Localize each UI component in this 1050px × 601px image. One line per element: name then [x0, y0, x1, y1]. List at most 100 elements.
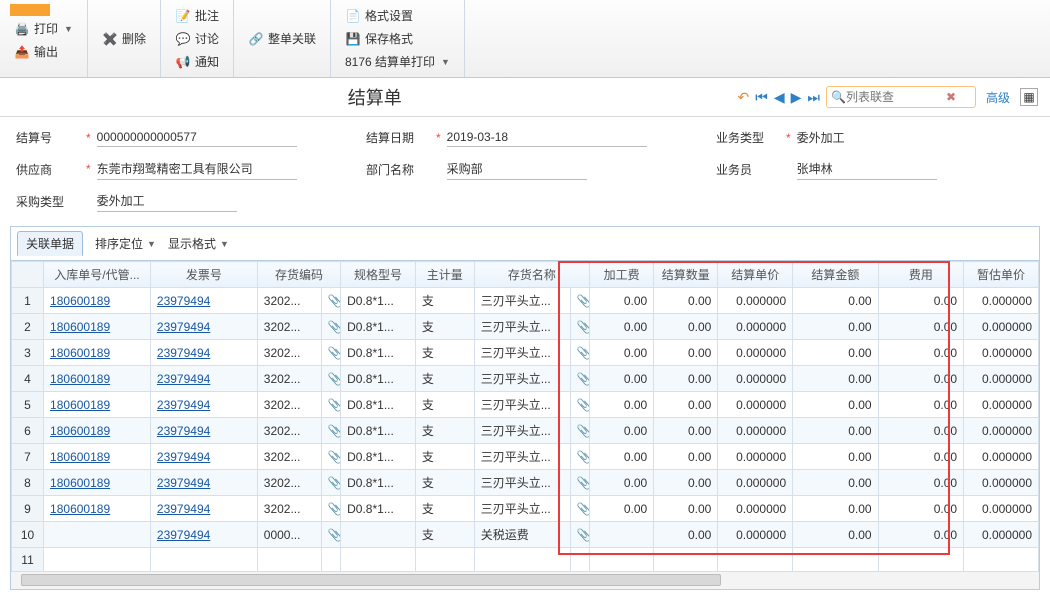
cell-unit[interactable]: 支 [415, 522, 474, 548]
col-qty[interactable]: 结算数量 [654, 262, 718, 288]
cell-invoice[interactable]: 23979494 [150, 392, 257, 418]
cell-amount[interactable]: 0.00 [793, 340, 878, 366]
table-row[interactable]: 1180600189239794943202...📎D0.8*1...支三刃平头… [12, 288, 1039, 314]
attachment-icon[interactable]: 📎 [570, 314, 589, 340]
cell-est-price[interactable]: 0.000000 [964, 340, 1039, 366]
cell-cost[interactable]: 0.00 [878, 444, 963, 470]
cell-unit-price[interactable]: 0.000000 [718, 444, 793, 470]
cell-cost[interactable]: 0.00 [878, 314, 963, 340]
cell-proc-fee[interactable]: 0.00 [590, 470, 654, 496]
print-button[interactable]: 🖨️ 打印 ▼ [10, 18, 77, 39]
cell-proc-fee[interactable]: 0.00 [590, 418, 654, 444]
col-unit-price[interactable]: 结算单价 [718, 262, 793, 288]
print-bill-button[interactable]: 8176 结算单打印 ▼ [341, 51, 454, 72]
attachment-icon[interactable]: 📎 [570, 288, 589, 314]
cell-invoice[interactable]: 23979494 [150, 366, 257, 392]
table-row[interactable]: 4180600189239794943202...📎D0.8*1...支三刃平头… [12, 366, 1039, 392]
cell-est-price[interactable]: 0.000000 [964, 314, 1039, 340]
cell-cost[interactable]: 0.00 [878, 496, 963, 522]
attachment-icon[interactable]: 📎 [321, 366, 340, 392]
cell-spec[interactable]: D0.8*1... [341, 470, 416, 496]
cell-unit-price[interactable]: 0.000000 [718, 314, 793, 340]
cell-amount[interactable]: 0.00 [793, 392, 878, 418]
cell-proc-fee[interactable]: 0.00 [590, 444, 654, 470]
cell-spec[interactable]: D0.8*1... [341, 496, 416, 522]
cell-proc-fee[interactable]: 0.00 [590, 392, 654, 418]
cell-cost[interactable]: 0.00 [878, 470, 963, 496]
sort-button[interactable]: 排序定位▼ [95, 235, 156, 252]
cell-inbound[interactable]: 180600189 [44, 340, 151, 366]
cell-stock-code[interactable]: 3202... [257, 470, 321, 496]
attachment-icon[interactable]: 📎 [570, 470, 589, 496]
cell-amount[interactable]: 0.00 [793, 470, 878, 496]
cell-spec[interactable] [341, 522, 416, 548]
table-row[interactable]: 7180600189239794943202...📎D0.8*1...支三刃平头… [12, 444, 1039, 470]
attachment-icon[interactable]: 📎 [570, 340, 589, 366]
display-format-button[interactable]: 显示格式▼ [168, 235, 229, 252]
table-row[interactable]: 10239794940000...📎支关税运费📎0.000.0000000.00… [12, 522, 1039, 548]
prev-icon[interactable]: ◀ [774, 89, 785, 106]
horizontal-scrollbar[interactable] [11, 571, 1039, 589]
cell-amount[interactable]: 0.00 [793, 288, 878, 314]
format-set-button[interactable]: 📄 格式设置 [341, 5, 454, 26]
cell-cost[interactable]: 0.00 [878, 340, 963, 366]
attachment-icon[interactable]: 📎 [321, 392, 340, 418]
cell-proc-fee[interactable] [590, 522, 654, 548]
cell-stock-code[interactable]: 3202... [257, 314, 321, 340]
table-row[interactable]: 5180600189239794943202...📎D0.8*1...支三刃平头… [12, 392, 1039, 418]
cell-invoice[interactable]: 23979494 [150, 496, 257, 522]
clear-icon[interactable]: ✖ [946, 90, 956, 104]
attachment-icon[interactable]: 📎 [321, 340, 340, 366]
cell-invoice[interactable]: 23979494 [150, 314, 257, 340]
col-stock-name[interactable]: 存货名称 [474, 262, 589, 288]
cell-unit[interactable]: 支 [415, 392, 474, 418]
table-row[interactable]: 8180600189239794943202...📎D0.8*1...支三刃平头… [12, 470, 1039, 496]
cell-qty[interactable]: 0.00 [654, 418, 718, 444]
attachment-icon[interactable]: 📎 [570, 418, 589, 444]
cell-unit[interactable]: 支 [415, 340, 474, 366]
attachment-icon[interactable]: 📎 [321, 418, 340, 444]
cell-stock-name[interactable]: 三刃平头立... [474, 314, 570, 340]
cell-cost[interactable]: 0.00 [878, 522, 963, 548]
cell-amount[interactable]: 0.00 [793, 314, 878, 340]
cell-amount[interactable]: 0.00 [793, 444, 878, 470]
cell-cost[interactable]: 0.00 [878, 288, 963, 314]
table-row[interactable]: 11 [12, 548, 1039, 572]
cell-inbound[interactable]: 180600189 [44, 288, 151, 314]
cell-est-price[interactable]: 0.000000 [964, 522, 1039, 548]
search-box[interactable]: 🔍 ✖ [826, 86, 976, 108]
layout-icon[interactable]: ▦ [1020, 88, 1038, 106]
cell-invoice[interactable]: 23979494 [150, 470, 257, 496]
cell-spec[interactable]: D0.8*1... [341, 288, 416, 314]
col-proc-fee[interactable]: 加工费 [590, 262, 654, 288]
cell-est-price[interactable]: 0.000000 [964, 470, 1039, 496]
col-stock-code[interactable]: 存货编码 [257, 262, 340, 288]
col-spec[interactable]: 规格型号 [341, 262, 416, 288]
cell-stock-code[interactable]: 3202... [257, 418, 321, 444]
cell-spec[interactable]: D0.8*1... [341, 366, 416, 392]
cell-spec[interactable]: D0.8*1... [341, 340, 416, 366]
assoc-button[interactable]: 🔗 整单关联 [244, 28, 320, 49]
cell-proc-fee[interactable]: 0.00 [590, 314, 654, 340]
attachment-icon[interactable]: 📎 [570, 496, 589, 522]
cell-qty[interactable]: 0.00 [654, 366, 718, 392]
annotate-button[interactable]: 📝 批注 [171, 5, 223, 26]
cell-stock-code[interactable]: 3202... [257, 392, 321, 418]
cell-stock-name[interactable]: 三刃平头立... [474, 340, 570, 366]
cell-est-price[interactable]: 0.000000 [964, 288, 1039, 314]
cell-unit[interactable]: 支 [415, 288, 474, 314]
cell-stock-code[interactable]: 3202... [257, 444, 321, 470]
col-rownum[interactable] [12, 262, 44, 288]
undo-icon[interactable]: ↶ [737, 89, 749, 106]
col-amount[interactable]: 结算金额 [793, 262, 878, 288]
cell-stock-name[interactable]: 三刃平头立... [474, 470, 570, 496]
cell-est-price[interactable]: 0.000000 [964, 366, 1039, 392]
cell-stock-name[interactable]: 三刃平头立... [474, 392, 570, 418]
cell-unit-price[interactable]: 0.000000 [718, 392, 793, 418]
table-row[interactable]: 2180600189239794943202...📎D0.8*1...支三刃平头… [12, 314, 1039, 340]
cell-stock-name[interactable]: 关税运费 [474, 522, 570, 548]
col-invoice[interactable]: 发票号 [150, 262, 257, 288]
cell-qty[interactable]: 0.00 [654, 444, 718, 470]
cell-qty[interactable]: 0.00 [654, 314, 718, 340]
cell-stock-name[interactable]: 三刃平头立... [474, 418, 570, 444]
